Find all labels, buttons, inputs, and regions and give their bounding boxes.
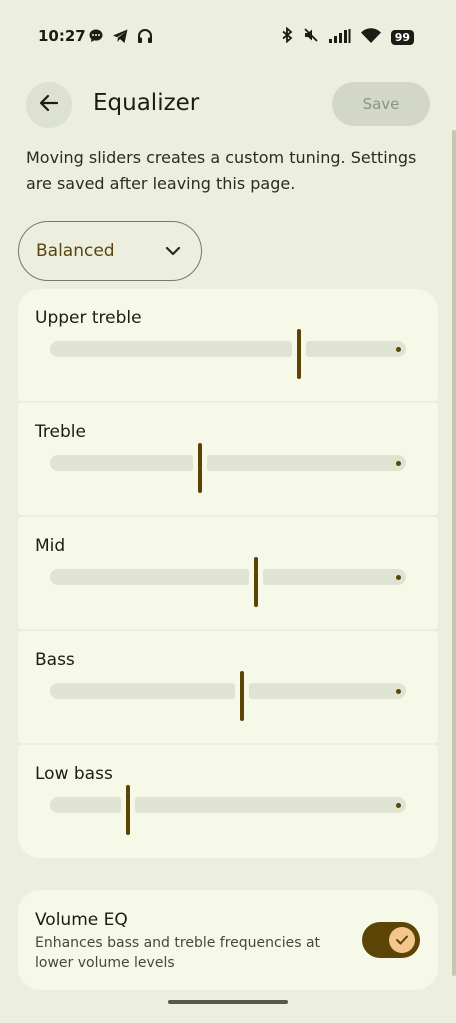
band-card-bass: Bass xyxy=(18,631,438,743)
volume-eq-card[interactable]: Volume EQ Enhances bass and treble frequ… xyxy=(18,890,438,990)
slider-inactive-track xyxy=(207,455,406,471)
toggle-knob xyxy=(389,927,415,953)
slider-thumb[interactable] xyxy=(198,443,202,493)
slider-end-dot xyxy=(396,803,401,808)
status-bar: 10:27 99 xyxy=(0,0,456,72)
upper-treble-slider[interactable] xyxy=(50,329,406,379)
slider-active-track xyxy=(50,683,235,699)
band-card-treble: Treble xyxy=(18,403,438,515)
slider-end-dot xyxy=(396,347,401,352)
save-button[interactable]: Save xyxy=(332,82,430,126)
slider-thumb[interactable] xyxy=(240,671,244,721)
treble-slider[interactable] xyxy=(50,443,406,493)
preset-dropdown[interactable]: Balanced xyxy=(18,221,202,281)
battery-indicator: 99 xyxy=(390,29,414,45)
band-card-mid: Mid xyxy=(18,517,438,629)
app-bar: Equalizer Save xyxy=(0,80,456,128)
bass-slider[interactable] xyxy=(50,671,406,721)
gesture-navigation-bar[interactable] xyxy=(168,1000,288,1004)
slider-inactive-track xyxy=(249,683,406,699)
telegram-icon xyxy=(112,28,129,48)
slider-active-track xyxy=(50,569,249,585)
band-card-upper-treble: Upper treble xyxy=(18,289,438,401)
slider-thumb[interactable] xyxy=(126,785,130,835)
page-description: Moving sliders creates a custom tuning. … xyxy=(26,148,417,193)
volume-eq-description: Enhances bass and treble frequencies at … xyxy=(35,935,321,971)
wifi-icon xyxy=(360,27,381,47)
message-icon xyxy=(88,28,104,48)
slider-active-track xyxy=(50,455,193,471)
bluetooth-icon xyxy=(281,26,293,47)
headphones-icon xyxy=(137,28,153,48)
volume-eq-toggle[interactable] xyxy=(362,922,420,958)
slider-thumb[interactable] xyxy=(254,557,258,607)
preset-selected-label: Balanced xyxy=(36,241,115,261)
band-label: Treble xyxy=(35,422,86,442)
check-icon xyxy=(395,931,409,950)
mute-icon xyxy=(303,27,319,47)
slider-active-track xyxy=(50,341,292,357)
slider-inactive-track xyxy=(135,797,406,813)
status-time: 10:27 xyxy=(38,27,86,45)
slider-end-dot xyxy=(396,689,401,694)
signal-icon xyxy=(328,28,351,47)
slider-thumb[interactable] xyxy=(297,329,301,379)
low-bass-slider[interactable] xyxy=(50,785,406,835)
scrollbar[interactable] xyxy=(452,130,456,976)
band-label: Bass xyxy=(35,650,75,670)
arrow-left-icon xyxy=(38,92,60,118)
page-title: Equalizer xyxy=(93,90,200,116)
chevron-down-icon xyxy=(165,246,181,256)
band-card-low-bass: Low bass xyxy=(18,745,438,858)
mid-slider[interactable] xyxy=(50,557,406,607)
slider-active-track xyxy=(50,797,121,813)
volume-eq-title: Volume EQ xyxy=(35,910,128,930)
system-icons: 99 xyxy=(281,26,414,47)
slider-end-dot xyxy=(396,575,401,580)
slider-inactive-track xyxy=(263,569,406,585)
band-label: Mid xyxy=(35,536,66,556)
slider-inactive-track xyxy=(306,341,406,357)
notification-icons xyxy=(88,28,153,48)
back-button[interactable] xyxy=(26,82,72,128)
band-label: Low bass xyxy=(35,764,113,784)
band-label: Upper treble xyxy=(35,308,142,328)
slider-end-dot xyxy=(396,461,401,466)
